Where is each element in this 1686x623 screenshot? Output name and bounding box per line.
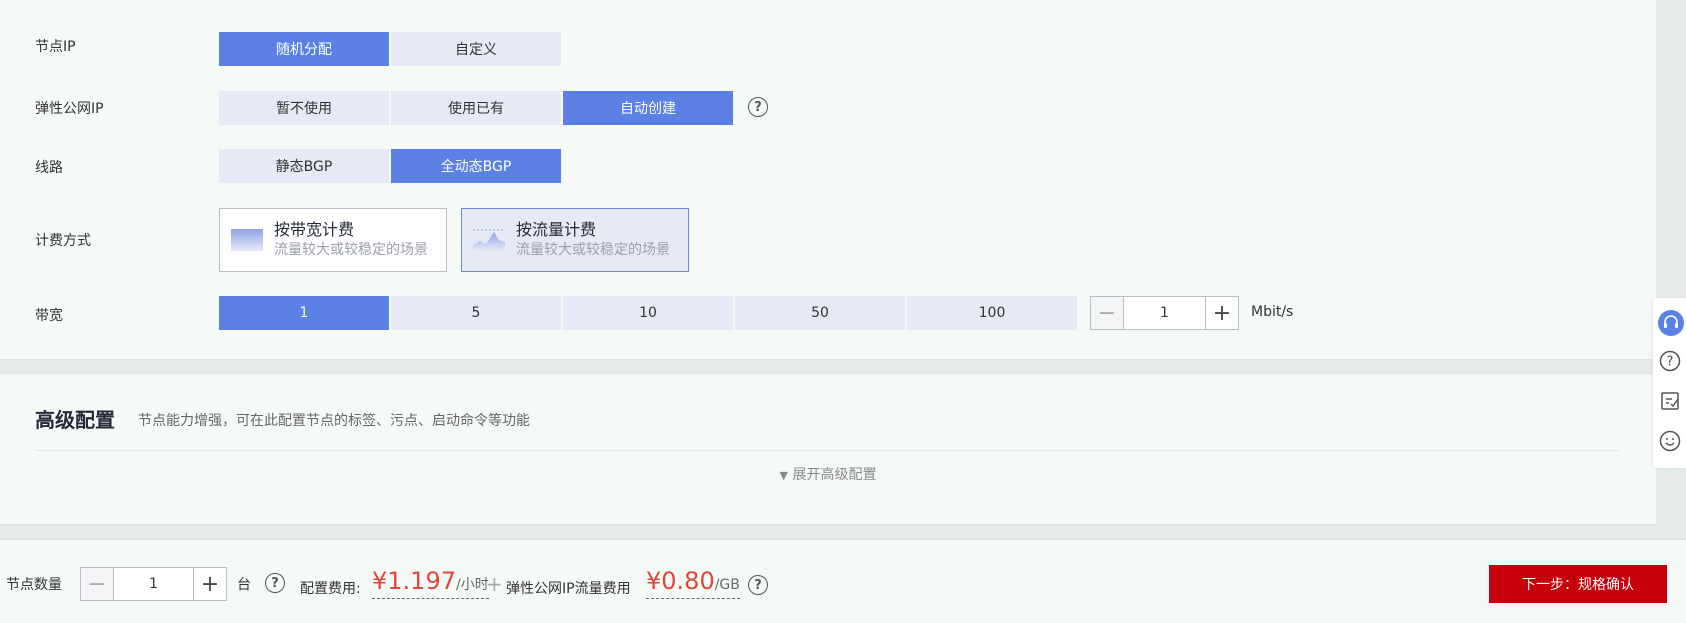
feedback-icon[interactable]	[1659, 390, 1681, 412]
config-fee-label: 配置费用:	[300, 581, 361, 597]
config-fee-price[interactable]: ¥1.197/小时	[372, 568, 489, 599]
node-ip-random-option[interactable]: 随机分配	[219, 32, 389, 66]
node-ip-selector: 随机分配 自定义	[219, 32, 561, 66]
node-count-label: 节点数量	[6, 577, 62, 593]
billing-traffic-title: 按流量计费	[516, 220, 597, 239]
billing-bandwidth-card[interactable]: 按带宽计费 流量较大或较稳定的场景	[219, 208, 447, 272]
line-dynamic-bgp-option[interactable]: 全动态BGP	[391, 149, 561, 183]
bandwidth-label: 带宽	[35, 308, 63, 324]
node-count-increase-button[interactable]: +	[194, 568, 226, 600]
advanced-config-description: 节点能力增强，可在此配置节点的标签、污点、启动命令等功能	[138, 413, 530, 429]
config-fee-unit: /小时	[455, 577, 489, 593]
bandwidth-stepper: − 1 +	[1090, 296, 1239, 330]
node-unit: 台	[237, 577, 251, 593]
bandwidth-increase-button[interactable]: +	[1206, 297, 1238, 329]
eip-existing-option[interactable]: 使用已有	[391, 91, 561, 125]
network-config-panel: 节点IP 随机分配 自定义 弹性公网IP 暂不使用 使用已有 自动创建 ? 线路…	[0, 0, 1656, 360]
billing-bandwidth-title: 按带宽计费	[274, 220, 355, 239]
eip-selector: 暂不使用 使用已有 自动创建	[219, 91, 733, 125]
advanced-config-panel: 高级配置 节点能力增强，可在此配置节点的标签、污点、启动命令等功能 ▼ 展开高级…	[0, 373, 1656, 525]
divider	[35, 450, 1619, 451]
floating-sidebar: ?	[1653, 298, 1686, 468]
advanced-config-title: 高级配置	[35, 408, 115, 432]
eip-help-icon[interactable]: ?	[748, 97, 768, 117]
bandwidth-option-1[interactable]: 1	[219, 296, 389, 330]
eip-fee-help-icon[interactable]: ?	[748, 575, 768, 595]
bandwidth-icon	[231, 229, 263, 251]
bandwidth-option-10[interactable]: 10	[563, 296, 733, 330]
expand-advanced-label: 展开高级配置	[792, 467, 877, 483]
eip-fee-value: ¥0.80	[646, 567, 715, 595]
traffic-icon	[473, 229, 505, 251]
eip-fee-unit: /GB	[714, 577, 740, 593]
node-ip-label: 节点IP	[35, 39, 76, 55]
bandwidth-decrease-button[interactable]: −	[1091, 297, 1123, 329]
billing-label: 计费方式	[35, 233, 91, 249]
node-count-stepper: − 1 +	[80, 567, 227, 601]
billing-bandwidth-subtitle: 流量较大或较稳定的场景	[274, 242, 428, 258]
bandwidth-selector: 1 5 10 50 100	[219, 296, 1077, 330]
eip-none-option[interactable]: 暂不使用	[219, 91, 389, 125]
next-step-button[interactable]: 下一步：规格确认	[1489, 565, 1667, 603]
node-count-help-icon[interactable]: ?	[265, 573, 285, 593]
node-count-input[interactable]: 1	[113, 568, 194, 600]
plus-sign: +	[486, 572, 503, 596]
line-selector: 静态BGP 全动态BGP	[219, 149, 561, 183]
caret-down-icon: ▼	[779, 469, 788, 482]
svg-text:?: ?	[1667, 355, 1674, 370]
node-ip-custom-option[interactable]: 自定义	[391, 32, 561, 66]
bandwidth-option-100[interactable]: 100	[907, 296, 1077, 330]
eip-fee-label: 弹性公网IP流量费用	[506, 581, 631, 597]
headset-icon[interactable]	[1658, 310, 1684, 336]
eip-fee-price[interactable]: ¥0.80/GB	[646, 568, 740, 599]
bandwidth-value-input[interactable]: 1	[1123, 297, 1206, 329]
expand-advanced-link[interactable]: ▼ 展开高级配置	[0, 464, 1656, 484]
bandwidth-option-50[interactable]: 50	[735, 296, 905, 330]
bandwidth-unit: Mbit/s	[1251, 304, 1294, 320]
billing-traffic-card[interactable]: 按流量计费 流量较大或较稳定的场景	[461, 208, 689, 272]
bandwidth-option-5[interactable]: 5	[391, 296, 561, 330]
line-static-bgp-option[interactable]: 静态BGP	[219, 149, 389, 183]
config-fee-value: ¥1.197	[372, 567, 456, 595]
node-count-decrease-button[interactable]: −	[81, 568, 113, 600]
line-label: 线路	[35, 160, 63, 176]
eip-label: 弹性公网IP	[35, 101, 104, 117]
billing-traffic-subtitle: 流量较大或较稳定的场景	[516, 242, 670, 258]
footer-bar: 节点数量 − 1 + 台 ? 配置费用: ¥1.197/小时 + 弹性公网IP流…	[0, 539, 1686, 623]
smiley-icon[interactable]	[1659, 430, 1681, 452]
help-circle-icon[interactable]: ?	[1659, 350, 1681, 372]
eip-auto-create-option[interactable]: 自动创建	[563, 91, 733, 125]
